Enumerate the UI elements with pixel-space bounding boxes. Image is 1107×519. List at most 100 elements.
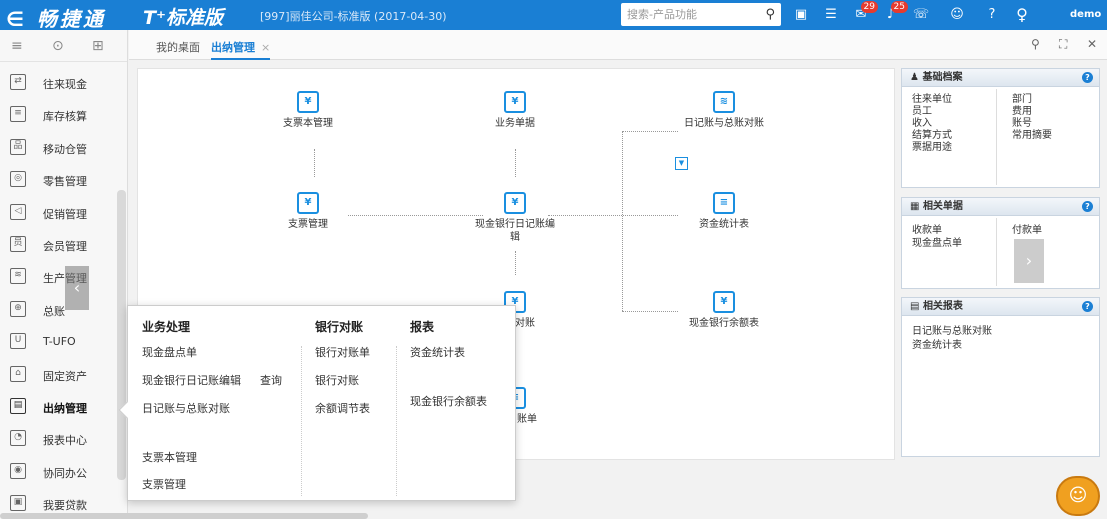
message-icon[interactable]: ✉ 29 [852, 1, 878, 24]
sidebar-item-12[interactable]: ◉ 协同办公 [0, 455, 118, 487]
tasks-icon[interactable]: ☰ [822, 6, 840, 24]
divider [996, 218, 997, 286]
docs-icon: ¥ [504, 91, 526, 113]
node-label: 支票本管理 [283, 118, 333, 129]
sidebar-item-icon: ⊕ [10, 300, 26, 317]
horizontal-scrollbar[interactable] [0, 513, 368, 519]
sidebar-item-11[interactable]: ◔ 报表中心 [0, 422, 118, 454]
alert-icon[interactable]: ♪ 25 [882, 1, 908, 24]
phone-icon[interactable]: ☏ [912, 6, 930, 24]
search-input[interactable]: 搜索-产品功能 ⚲ [621, 3, 781, 26]
sidebar-item-2[interactable]: 品 移动仓管 [0, 131, 118, 163]
node-checkbook[interactable]: ¥ 支票本管理 [268, 91, 348, 130]
panel-link[interactable]: 票据用途 [912, 138, 952, 153]
panel-link[interactable]: 资金统计表 [912, 336, 962, 351]
fullscreen-icon[interactable]: ⛶ [1059, 37, 1067, 52]
sidebar-item-icon: ◔ [10, 430, 26, 447]
sidebar-item-10[interactable]: ▤ 出纳管理 [0, 390, 118, 422]
sidebar-item-icon: ◉ [10, 462, 26, 479]
sidebar-item-icon: ▤ [10, 398, 26, 414]
connector [314, 149, 315, 177]
sidebar-item-1[interactable]: ≡ 库存核算 [0, 98, 118, 130]
menu-item[interactable]: 现金银行日记账编辑 [142, 372, 241, 388]
top-bar: ∈ 畅捷通 T⁺标准版 [997]丽佳公司-标准版 (2017-04-30) 搜… [0, 0, 1107, 32]
node-label: 账单 [517, 414, 537, 425]
sidebar-item-label: 我要贷款 [43, 499, 87, 513]
search-icon[interactable]: ⚲ [1031, 37, 1040, 51]
chevron-down-icon[interactable]: ▼ [675, 157, 688, 170]
panel-link[interactable]: 常用摘要 [1012, 126, 1052, 141]
collapse-sidebar-button[interactable]: ‹ [65, 266, 89, 310]
search-function-icon[interactable]: ⊙ [52, 38, 64, 54]
panel-link[interactable]: 日记账与总账对账 [912, 322, 992, 337]
sidebar-item-7[interactable]: ⊕ 总账 [0, 293, 118, 325]
panel-header: ▤ 相关报表? [902, 298, 1099, 316]
tab-cashier-label: 出纳管理 [211, 41, 255, 54]
tab-desktop-label: 我的桌面 [156, 41, 200, 54]
close-all-icon[interactable]: ✕ [1087, 37, 1097, 51]
panel-link[interactable]: 付款单 [1012, 221, 1042, 236]
sidebar-item-4[interactable]: ◁ 促销管理 [0, 196, 118, 228]
node-label: 支票管理 [288, 219, 328, 230]
sidebar-item-label: 报表中心 [43, 434, 87, 448]
menu-item[interactable]: 支票管理 [142, 476, 186, 492]
panel-title: 相关单据 [922, 201, 963, 212]
node-cash-balance[interactable]: ¥ 现金银行余额表 [684, 291, 764, 330]
sidebar-item-icon: 员 [10, 236, 26, 252]
menu-item[interactable]: 支票本管理 [142, 449, 197, 465]
panel-header: ▦ 相关单据? [902, 198, 1099, 216]
menu-item[interactable]: 现金盘点单 [142, 344, 197, 360]
node-fund-stats[interactable]: ≡ 资金统计表 [684, 192, 764, 231]
help-icon[interactable]: ? [1082, 201, 1093, 212]
connector [348, 215, 483, 216]
close-icon[interactable]: × [261, 41, 270, 54]
help-icon[interactable]: ? [1082, 301, 1093, 312]
mascot-icon[interactable]: ☺ [948, 6, 966, 24]
menu-item[interactable]: 银行对账单 [315, 344, 370, 360]
sidebar-item-label: 移动仓管 [43, 142, 87, 156]
menu-icon[interactable]: ≡ [11, 38, 23, 54]
journal-icon: ¥ [504, 192, 526, 214]
cashier-submenu: 业务处理 银行对账 报表 现金盘点单 现金银行日记账编辑 日记账与总账对账 支票本管理… [118, 305, 516, 501]
mascot-assistant-icon[interactable]: ☺ [1056, 476, 1100, 516]
sidebar-item-9[interactable]: ⌂ 固定资产 [0, 358, 118, 390]
menu-item[interactable]: 余额调节表 [315, 400, 370, 416]
menu-item[interactable]: 银行对账 [315, 372, 359, 388]
brand-logo[interactable]: ∈ 畅捷通 [6, 3, 106, 32]
panel-link[interactable]: 现金盘点单 [912, 234, 962, 249]
sidebar-item-label: 库存核算 [43, 110, 87, 124]
sidebar-item-label: 出纳管理 [43, 402, 87, 415]
sidebar-item-label: 会员管理 [43, 240, 87, 253]
user-name[interactable]: demo [1070, 9, 1101, 20]
sidebar-item-6[interactable]: ≋生产管理 [0, 260, 118, 292]
menu-item-query[interactable]: 查询 [260, 372, 282, 388]
search-icon[interactable]: ⚲ [765, 3, 775, 26]
sidebar-item-3[interactable]: ◎ 零售管理 [0, 163, 118, 195]
sidebar-item-0[interactable]: ⇄ 往来现金 [0, 66, 118, 98]
save-icon[interactable]: ▣ [792, 6, 810, 24]
menu-item[interactable]: 资金统计表 [410, 344, 465, 360]
sidebar-item-8[interactable]: U T-UFO [0, 325, 118, 357]
tab-desktop[interactable]: 我的桌面 [156, 39, 200, 55]
node-cash-journal[interactable]: ¥ 现金银行日记账编辑 [475, 192, 555, 244]
user-icon[interactable]: ♀ [1013, 6, 1031, 24]
node-business-docs[interactable]: ¥ 业务单据 [475, 91, 555, 130]
connector [515, 149, 516, 177]
help-icon[interactable]: ? [983, 6, 1001, 24]
back-icon[interactable]: ∈ [6, 7, 27, 31]
next-button[interactable]: › [1014, 239, 1044, 283]
search-placeholder: 搜索-产品功能 [627, 8, 697, 21]
divider [396, 346, 397, 496]
node-label: 资金统计表 [699, 219, 749, 230]
help-icon[interactable]: ? [1082, 72, 1093, 83]
check-gear-icon: ¥ [297, 192, 319, 214]
menu-item[interactable]: 日记账与总账对账 [142, 400, 230, 416]
tab-cashier[interactable]: 出纳管理 × [211, 39, 271, 60]
add-favorite-icon[interactable]: ⊞ [92, 38, 104, 54]
node-journal-reconcile[interactable]: ≋ 日记账与总账对账 [684, 91, 764, 130]
node-check-mgmt[interactable]: ¥ 支票管理 [268, 192, 348, 231]
menu-item[interactable]: 现金银行余额表 [410, 393, 487, 409]
sidebar-scrollbar[interactable] [117, 190, 126, 480]
connector [622, 311, 678, 312]
sidebar-item-5[interactable]: 员 会员管理 [0, 228, 118, 260]
